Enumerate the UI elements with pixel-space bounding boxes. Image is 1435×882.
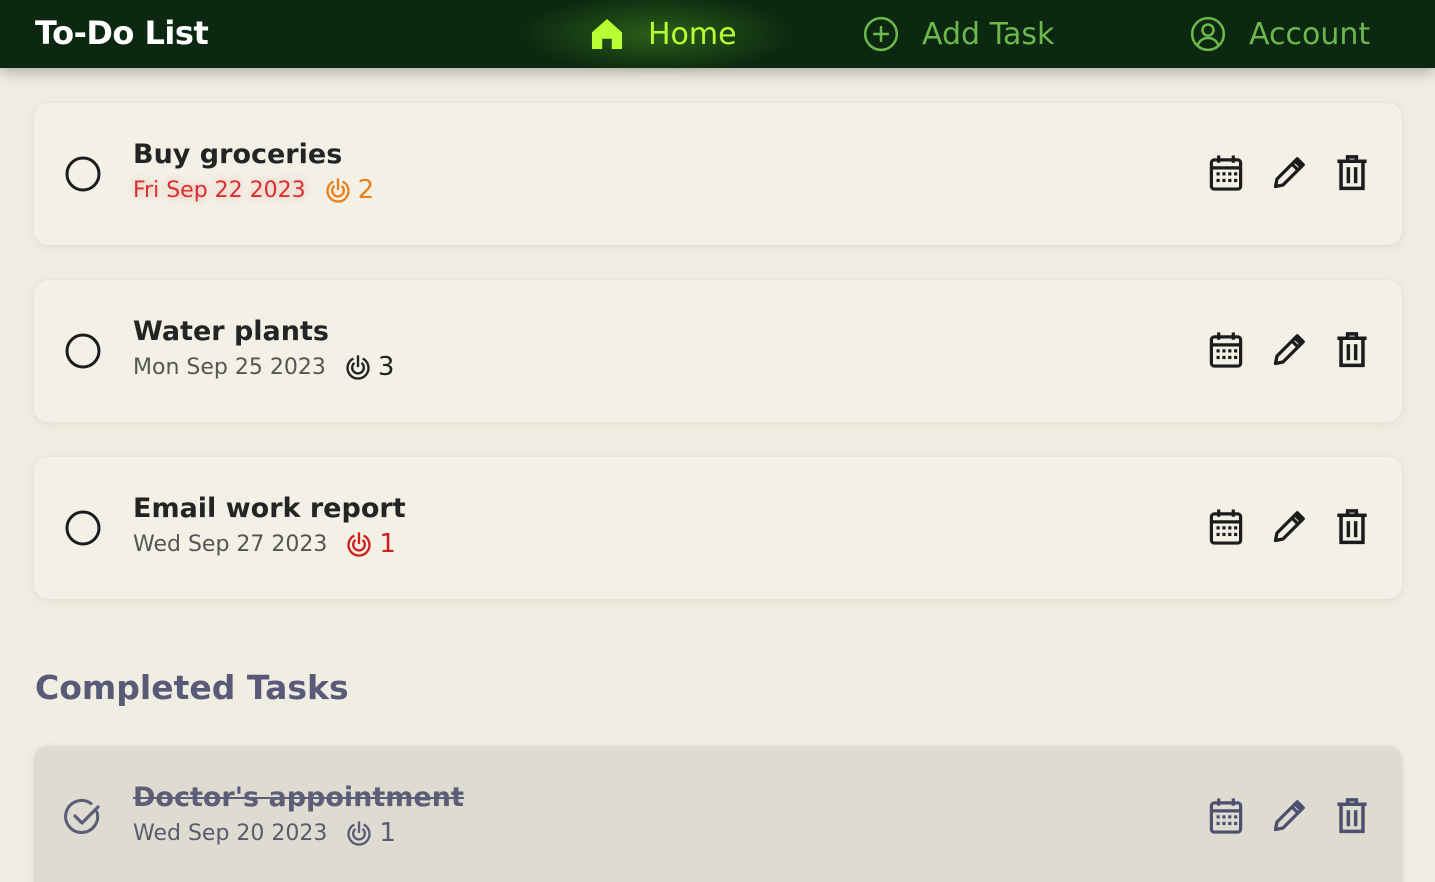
- schedule-button[interactable]: [1208, 507, 1244, 547]
- top-navbar: To-Do List Home Add Task Account: [0, 0, 1435, 78]
- task-priority: 1: [345, 818, 396, 848]
- task-title: Water plants: [133, 316, 329, 347]
- task-priority: 3: [344, 352, 395, 382]
- task-title: Buy groceries: [133, 139, 343, 170]
- task-due-date: Wed Sep 27 2023: [133, 531, 328, 557]
- delete-button[interactable]: [1334, 153, 1370, 193]
- calendar-icon: [1209, 509, 1243, 545]
- task-checkbox-checked[interactable]: [64, 798, 102, 836]
- trash-icon: [1337, 798, 1367, 834]
- task-priority-value: 1: [379, 529, 396, 559]
- task-priority-value: 3: [377, 352, 395, 382]
- pencil-icon: [1273, 334, 1305, 366]
- priority-target-icon: [347, 821, 372, 846]
- task-priority: 1: [345, 529, 396, 559]
- account-circle-icon: [1190, 16, 1226, 52]
- schedule-button[interactable]: [1208, 796, 1244, 836]
- delete-button[interactable]: [1334, 796, 1370, 836]
- calendar-icon: [1209, 155, 1243, 191]
- priority-target-icon: [346, 355, 370, 380]
- task-title: Email work report: [133, 493, 406, 524]
- priority-target-icon: [347, 532, 372, 557]
- pencil-icon: [1273, 800, 1305, 832]
- nav-home-label: Home: [648, 16, 737, 52]
- nav-add-task[interactable]: Add Task: [862, 0, 1054, 68]
- trash-icon: [1337, 509, 1367, 545]
- edit-button[interactable]: [1271, 507, 1307, 547]
- pencil-icon: [1273, 157, 1305, 189]
- nav-account[interactable]: Account: [1189, 0, 1370, 68]
- nav-add-task-label: Add Task: [922, 16, 1055, 52]
- task-due-date: Fri Sep 22 2023: [133, 177, 306, 203]
- task-priority: 2: [324, 175, 375, 205]
- task-priority-value: 2: [357, 175, 375, 205]
- app-title: To-Do List: [35, 14, 209, 52]
- task-checkbox[interactable]: [64, 509, 102, 547]
- schedule-button[interactable]: [1208, 153, 1244, 193]
- add-circle-icon: [863, 16, 899, 52]
- task-checkbox[interactable]: [64, 155, 102, 193]
- task-card: Water plants Mon Sep 25 2023 3: [34, 280, 1402, 422]
- completed-task-card: Doctor's appointment Wed Sep 20 2023 1: [34, 746, 1402, 882]
- edit-button[interactable]: [1271, 796, 1307, 836]
- task-due-date: Wed Sep 20 2023: [133, 820, 328, 846]
- task-checkbox[interactable]: [64, 332, 102, 370]
- pencil-icon: [1273, 511, 1305, 543]
- task-due-date: Mon Sep 25 2023: [133, 354, 326, 380]
- priority-target-icon: [326, 178, 350, 203]
- completed-tasks-heading: Completed Tasks: [35, 668, 349, 707]
- delete-button[interactable]: [1334, 330, 1370, 370]
- trash-icon: [1337, 155, 1367, 191]
- nav-home[interactable]: Home: [508, 0, 808, 78]
- edit-button[interactable]: [1271, 153, 1307, 193]
- delete-button[interactable]: [1334, 507, 1370, 547]
- home-icon: [591, 18, 623, 50]
- task-title: Doctor's appointment: [133, 782, 464, 813]
- trash-icon: [1337, 332, 1367, 368]
- calendar-icon: [1209, 332, 1243, 368]
- task-card: Buy groceries Fri Sep 22 2023 2: [34, 103, 1402, 245]
- nav-account-label: Account: [1249, 16, 1371, 52]
- calendar-icon: [1209, 798, 1243, 834]
- schedule-button[interactable]: [1208, 330, 1244, 370]
- task-card: Email work report Wed Sep 27 2023 1: [34, 457, 1402, 599]
- edit-button[interactable]: [1271, 330, 1307, 370]
- task-priority-value: 1: [379, 818, 396, 848]
